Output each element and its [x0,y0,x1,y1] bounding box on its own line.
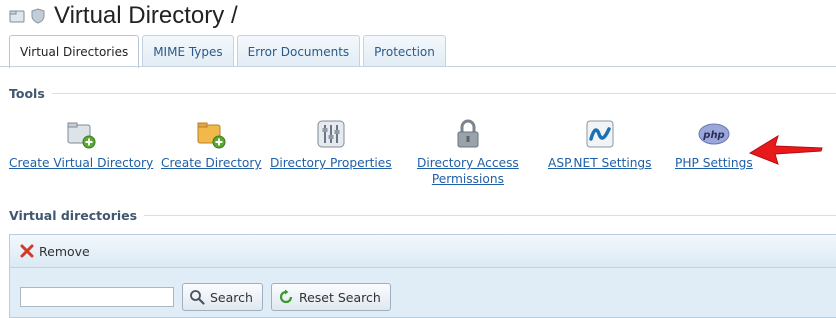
search-label: Search [210,289,253,305]
folder-add-icon [197,122,226,149]
dotnet-icon [586,120,614,148]
divider [144,214,836,216]
tool-aspnet-settings[interactable]: ASP.NET Settings [548,118,652,171]
virtual-folder-add-icon [67,122,96,149]
tools-section-header: Tools [9,85,836,101]
tab-virtual-directories[interactable]: Virtual Directories [9,35,140,68]
svg-text:php: php [702,130,724,141]
sliders-icon [317,120,345,148]
tool-php-settings[interactable]: php PHP Settings [675,118,753,171]
php-settings-link[interactable]: PHP Settings [675,155,753,171]
virtual-directories-panel: Remove Search Reset Search [9,234,836,318]
tool-directory-access-permissions[interactable]: Directory Access Permissions [417,118,519,187]
aspnet-settings-link[interactable]: ASP.NET Settings [548,155,652,171]
directory-access-permissions-link[interactable]: Directory Access Permissions [417,155,519,187]
tools-section-label: Tools [9,85,45,101]
tab-bar: Virtual Directories MIME Types Error Doc… [9,35,449,68]
tabs-divider [0,66,836,67]
tab-mime-types[interactable]: MIME Types [142,35,234,67]
search-button[interactable]: Search [182,283,263,311]
search-row: Search Reset Search [20,283,391,311]
search-icon [190,290,205,305]
reset-search-button[interactable]: Reset Search [270,283,391,311]
remove-label: Remove [39,243,90,259]
padlock-icon [457,119,479,148]
reset-search-label: Reset Search [298,289,381,305]
shield-icon [31,8,45,24]
permissions-label-line1: Directory Access [417,156,519,170]
close-icon [20,244,34,258]
create-virtual-directory-link[interactable]: Create Virtual Directory [9,155,153,171]
refresh-icon [279,289,293,304]
create-directory-link[interactable]: Create Directory [161,155,262,171]
virtual-directories-section-label: Virtual directories [9,207,138,223]
tab-error-documents[interactable]: Error Documents [236,35,361,67]
remove-button[interactable]: Remove [20,244,90,259]
page-header: Virtual Directory / [9,2,238,30]
directory-properties-link[interactable]: Directory Properties [270,155,392,171]
permissions-label-line2: Permissions [431,172,504,186]
tab-protection[interactable]: Protection [363,35,446,67]
tool-create-directory[interactable]: Create Directory [161,118,262,171]
search-input[interactable] [20,287,174,307]
php-icon: php [698,123,730,145]
tool-directory-properties[interactable]: Directory Properties [270,118,392,171]
divider [51,92,836,94]
tool-create-virtual-directory[interactable]: Create Virtual Directory [9,118,153,171]
folder-icon [9,10,25,23]
highlight-arrow [748,134,823,165]
panel-toolbar: Remove [10,235,836,268]
virtual-directories-section-header: Virtual directories [9,207,836,223]
page-title: Virtual Directory / [54,2,238,29]
